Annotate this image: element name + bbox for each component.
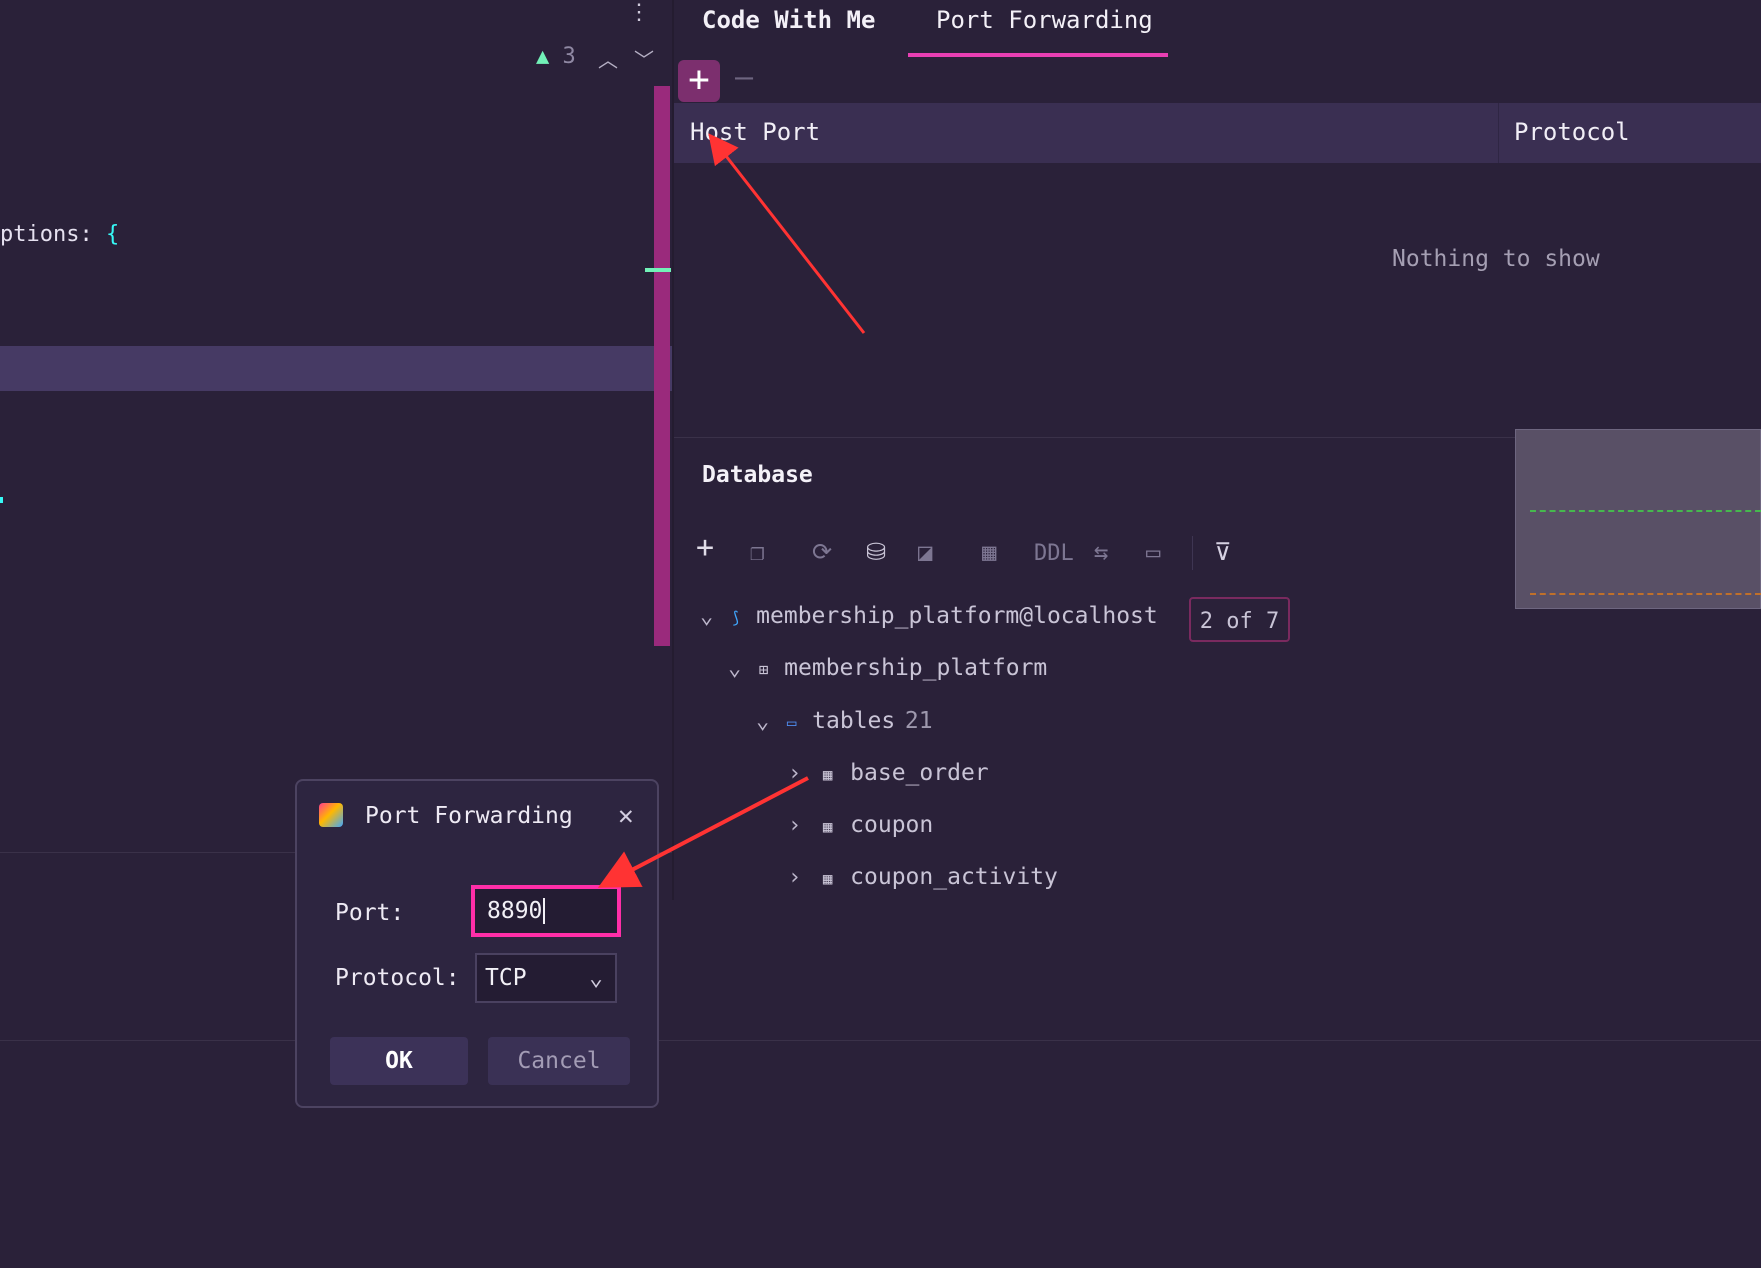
port-forwarding-dialog[interactable]: Port Forwarding ✕ Port: 8890 Protocol: T… [295,779,659,1108]
table-view-icon[interactable]: ▦ [982,538,996,566]
column-host-port[interactable]: Host Port [690,118,820,146]
copy-icon[interactable]: ❐ [750,538,764,566]
previous-highlight-icon[interactable]: ︿ [598,44,618,73]
annotation-arrow-host-port [708,133,866,334]
bottom-divider [0,1040,1761,1041]
next-highlight-icon[interactable]: ﹀ [634,44,654,73]
tree-node-table[interactable]: › ▦ base_order [788,760,989,786]
chevron-right-icon[interactable]: › [788,761,801,786]
chevron-down-icon[interactable]: ⌄ [700,604,713,629]
protocol-value: TCP [485,965,527,991]
table-label: coupon_activity [850,864,1058,890]
table-icon: ▦ [822,869,833,888]
ok-button[interactable]: OK [330,1037,468,1085]
cancel-button[interactable]: Cancel [488,1037,630,1085]
filter-icon[interactable]: ⊽ [1214,538,1232,566]
warning-count: 3 [562,44,576,69]
schema-icon: ⊞ [758,660,769,679]
warning-icon: ▲ [536,44,550,69]
tree-node-table[interactable]: › ▦ coupon_activity [788,864,1058,890]
active-tab-indicator [908,53,1168,57]
protocol-select[interactable]: TCP ⌄ [475,953,617,1003]
code-brace: { [105,222,120,247]
editor-scrollbar[interactable] [654,86,670,646]
warning-indicator[interactable]: ▲ 3 [536,44,576,69]
tab-port-forwarding[interactable]: Port Forwarding [936,6,1153,34]
console-icon[interactable]: ▭ [1146,538,1160,566]
table-icon: ▦ [822,765,833,784]
folder-icon: ▭ [786,713,797,732]
port-label: Port: [335,900,405,926]
tree-node-tables[interactable]: ⌄ ▭ tables 21 [756,708,933,734]
diff-preview-thumbnail [1515,429,1761,609]
tab-code-with-me[interactable]: Code With Me [702,6,875,34]
disconnect-icon[interactable]: ◪ [918,538,932,566]
preview-orange-line [1530,593,1761,595]
tables-folder-label: tables [812,708,896,734]
dialog-title: Port Forwarding [365,803,573,829]
text-cursor [543,898,546,924]
add-datasource-icon[interactable]: + [696,530,714,565]
code-text: ptions: [0,222,93,247]
schema-count-badge[interactable]: 2 of 7 [1189,597,1290,642]
app-logo-icon [319,803,343,827]
table-label: base_order [850,760,989,786]
tables-count: 21 [904,708,933,734]
tree-node-schema[interactable]: ⌄ ⊞ membership_platform [728,655,1047,681]
code-line[interactable]: ptions: { [0,222,119,247]
connection-label: membership_platform@localhost [756,603,1158,629]
toolbar-separator [1192,536,1193,570]
column-separator [1498,103,1499,163]
datasource-properties-icon[interactable]: ⛁ [866,538,886,566]
scrollbar-marker [645,268,671,272]
chevron-right-icon[interactable]: › [788,865,801,890]
database-title: Database [702,462,813,488]
column-protocol[interactable]: Protocol [1514,118,1630,146]
tree-node-connection[interactable]: ⌄ ⟆ membership_platform@localhost [700,603,1158,629]
mysql-icon: ⟆ [730,608,741,627]
chevron-right-icon[interactable]: › [788,813,801,838]
chevron-down-icon: ⌄ [589,965,603,991]
compare-icon[interactable]: ⇆ [1094,538,1108,566]
table-label: coupon [850,812,934,838]
table-icon: ▦ [822,817,833,836]
current-line-highlight [0,346,672,391]
ddl-button[interactable]: DDL [1034,541,1074,566]
schema-label: membership_platform [784,655,1048,681]
tree-node-table[interactable]: › ▦ coupon [788,812,933,838]
more-options-icon[interactable]: ⋮ [628,0,650,25]
empty-table-message: Nothing to show [1392,246,1600,272]
add-port-button[interactable]: + [678,60,720,102]
gutter-marker [0,497,3,503]
preview-green-line [1530,510,1761,512]
close-icon[interactable]: ✕ [618,801,634,831]
refresh-icon[interactable]: ⟳ [812,538,832,566]
chevron-down-icon[interactable]: ⌄ [756,709,769,734]
chevron-down-icon[interactable]: ⌄ [728,656,741,681]
protocol-label: Protocol: [335,965,460,991]
port-value: 8890 [487,898,543,924]
remove-port-button[interactable]: — [735,60,753,95]
port-input[interactable]: 8890 [471,885,621,937]
